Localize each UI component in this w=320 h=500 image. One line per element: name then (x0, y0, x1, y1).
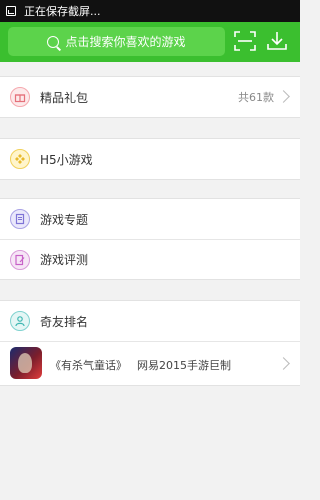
status-bar: 正在保存截屏... (0, 0, 300, 22)
search-icon (47, 35, 60, 48)
status-text: 正在保存截屏... (24, 5, 101, 18)
edit-icon (10, 250, 30, 270)
gift-group: 精品礼包 共61款 (0, 76, 300, 118)
featured-game-text: 《有杀气童话》 网易2015手游巨制 (50, 357, 231, 373)
document-icon (10, 209, 30, 229)
scan-icon (234, 31, 256, 51)
menu-item-game-reviews[interactable]: 游戏评测 (0, 239, 300, 279)
menu-item-label: 游戏专题 (40, 212, 89, 227)
search-placeholder: 点击搜索你喜欢的游戏 (65, 35, 186, 49)
menu-item-label: 奇友排名 (40, 314, 89, 329)
menu-item-game-topics[interactable]: 游戏专题 (0, 199, 300, 239)
game-title: 《有杀气童话》 (50, 359, 127, 372)
scan-button[interactable] (233, 30, 257, 52)
content-group: 游戏专题 游戏评测 (0, 198, 300, 280)
gift-icon (10, 87, 30, 107)
featured-game-row[interactable]: 《有杀气童话》 网易2015手游巨制 (0, 341, 300, 385)
game-subtitle: 网易2015手游巨制 (137, 359, 231, 372)
gamepad-icon (10, 149, 30, 169)
search-input[interactable]: 点击搜索你喜欢的游戏 (8, 27, 225, 56)
user-icon (10, 311, 30, 331)
menu-item-label: H5小游戏 (40, 152, 93, 167)
menu-item-label: 精品礼包 (40, 90, 89, 105)
chevron-right-icon (277, 357, 290, 370)
game-thumbnail (10, 347, 42, 379)
download-button[interactable] (265, 30, 289, 52)
top-bar: 点击搜索你喜欢的游戏 (0, 22, 300, 62)
menu-item-label: 游戏评测 (40, 253, 89, 267)
h5-group: H5小游戏 (0, 138, 300, 180)
chevron-right-icon (277, 90, 290, 103)
menu-item-h5-games[interactable]: H5小游戏 (0, 139, 300, 179)
menu-item-user-ranking[interactable]: 奇友排名 (0, 301, 300, 341)
ranking-group: 奇友排名 《有杀气童话》 网易2015手游巨制 (0, 300, 300, 386)
screenshot-icon (6, 6, 16, 16)
gift-count: 共61款 (238, 91, 274, 104)
menu-item-gift-packs[interactable]: 精品礼包 共61款 (0, 77, 300, 117)
download-icon (267, 32, 287, 50)
